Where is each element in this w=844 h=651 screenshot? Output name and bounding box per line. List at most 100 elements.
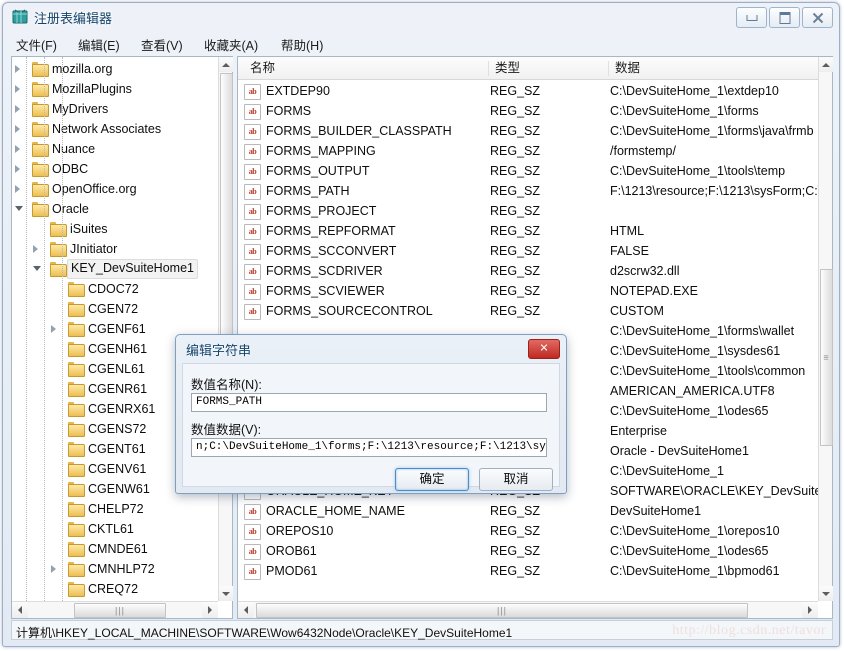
list-scroll-up-button[interactable] — [819, 57, 833, 72]
folder-icon — [68, 442, 85, 457]
tree-node-label: CGENW61 — [88, 482, 150, 496]
string-value-icon: ab — [244, 544, 261, 560]
dialog-close-button[interactable]: ✕ — [528, 339, 560, 359]
column-header-1[interactable]: 类型 — [488, 61, 520, 76]
table-row[interactable]: ab OROB61 REG_SZ C:\DevSuiteHome_1\odes65 — [238, 541, 818, 561]
value-name-input[interactable]: FORMS_PATH — [191, 393, 547, 412]
chevron-right-icon[interactable] — [15, 105, 20, 113]
cell-type: REG_SZ — [490, 164, 541, 178]
chevron-down-icon[interactable] — [33, 266, 41, 271]
table-row[interactable]: ab FORMS_REPFORMAT REG_SZ HTML — [238, 221, 818, 241]
tree-scroll-up-button[interactable] — [219, 57, 233, 72]
tree-node-label: CGENS72 — [88, 422, 147, 436]
chevron-right-icon[interactable] — [15, 125, 20, 133]
cell-name: ORACLE_HOME_NAME — [266, 504, 405, 518]
menu-item-3[interactable]: 收藏夹(A) — [201, 34, 261, 55]
close-button[interactable] — [802, 7, 833, 28]
table-row[interactable]: ab FORMS_SOURCECONTROL REG_SZ CUSTOM — [238, 301, 818, 321]
table-row[interactable]: ab FORMS_PATH REG_SZ F:\1213\resource;F:\12… — [238, 181, 818, 201]
cell-type: REG_SZ — [490, 144, 541, 158]
tree-node-label: iSuites — [70, 222, 108, 236]
tree-guide-line-2 — [62, 57, 63, 601]
registry-tree[interactable]: mozilla.org MozillaPlugins MyDrivers Networ… — [12, 57, 218, 601]
table-row[interactable]: ab FORMS_PROJECT REG_SZ — [238, 201, 818, 221]
table-row[interactable]: ab FORMS_BUILDER_CLASSPATH REG_SZ C:\DevSui… — [238, 121, 818, 141]
list-vscroll-thumb[interactable]: ≡ — [820, 269, 833, 446]
table-row[interactable]: ab FORMS_SCVIEWER REG_SZ NOTEPAD.EXE — [238, 281, 818, 301]
cell-data: C:\DevSuiteHome_1\tools\common — [610, 364, 806, 378]
folder-icon — [68, 282, 85, 297]
table-row[interactable]: ab FORMS_OUTPUT REG_SZ C:\DevSuiteHome_1\to… — [238, 161, 818, 181]
tree-horizontal-scrollbar[interactable]: ||| — [12, 601, 218, 618]
list-hscroll-thumb[interactable]: ||| — [256, 603, 748, 618]
minimize-button[interactable] — [736, 7, 767, 28]
list-scroll-left-button[interactable] — [238, 602, 254, 618]
column-header-2[interactable]: 数据 — [608, 61, 640, 76]
cell-data: Enterprise — [610, 424, 667, 438]
table-row[interactable]: ab FORMS_SCDRIVER REG_SZ d2scrw32.dll — [238, 261, 818, 281]
cell-name: FORMS_REPFORMAT — [266, 224, 396, 238]
ok-button[interactable]: 确定 — [395, 468, 469, 491]
tree-node-label: CGENV61 — [88, 462, 147, 476]
menu-item-0[interactable]: 文件(F) — [13, 34, 60, 55]
cell-data: C:\DevSuiteHome_1\sysdes61 — [610, 344, 781, 358]
maximize-button[interactable] — [769, 7, 800, 28]
table-row[interactable]: ab FORMS_MAPPING REG_SZ/formstemp/ — [238, 141, 818, 161]
table-row[interactable]: ab EXTDEP90 REG_SZ C:\DevSuiteHome_1\extdep… — [238, 81, 818, 101]
string-value-icon: ab — [244, 104, 261, 120]
chevron-right-icon[interactable] — [51, 565, 56, 573]
chevron-down-icon[interactable] — [15, 206, 23, 211]
folder-icon — [68, 402, 85, 417]
menu-item-2[interactable]: 查看(V) — [138, 34, 186, 55]
cell-data: d2scrw32.dll — [610, 264, 680, 278]
registry-editor-window: 注册表编辑器 文件(F) 编辑(E) 查看(V) 收藏夹(A) 帮助(H) mozill… — [2, 2, 840, 647]
tree-node-label: CGENF61 — [88, 322, 146, 336]
tree-vertical-scrollbar[interactable] — [218, 57, 233, 601]
table-row[interactable]: ab OREPOS10 REG_SZ C:\DevSuiteHome_1\orepos… — [238, 521, 818, 541]
cell-data: F:\1213\resource;F:\1213\sysForm;C:\ — [610, 184, 818, 198]
tree-hscroll-thumb[interactable]: ||| — [74, 603, 166, 618]
folder-icon — [68, 482, 85, 497]
tree-hscroll-grip: ||| — [114, 605, 126, 615]
column-header-0[interactable]: 名称 — [244, 61, 275, 76]
list-scroll-right-button[interactable] — [802, 602, 818, 618]
value-name-label: 数值名称(N): — [191, 378, 262, 392]
tree-node-label: CGENH61 — [88, 342, 148, 356]
list-horizontal-scrollbar[interactable]: ||| — [238, 601, 818, 618]
cell-name: FORMS_SCDRIVER — [266, 264, 383, 278]
cell-name: FORMS — [266, 104, 312, 118]
tree-scroll-down-button[interactable] — [219, 586, 233, 601]
menu-item-1[interactable]: 编辑(E) — [75, 34, 123, 55]
edit-string-dialog: 编辑字符串 ✕ 数值名称(N): FORMS_PATH 数值数据(V): n;C… — [175, 334, 567, 494]
window-title: 注册表编辑器 — [34, 11, 113, 26]
tree-scroll-left-button[interactable] — [12, 602, 28, 618]
cancel-button[interactable]: 取消 — [479, 468, 553, 491]
list-vertical-scrollbar[interactable]: ≡ — [818, 57, 833, 601]
chevron-right-icon[interactable] — [15, 65, 20, 73]
string-value-icon: ab — [244, 304, 261, 320]
folder-icon — [68, 542, 85, 557]
folder-icon — [68, 362, 85, 377]
table-row[interactable]: ab FORMS_SCCONVERT REG_SZ FALSE — [238, 241, 818, 261]
string-value-icon: ab — [244, 224, 261, 240]
status-path: 计算机\HKEY_LOCAL_MACHINE\SOFTWARE\Wow6432N… — [16, 626, 513, 640]
dialog-title-bar: 编辑字符串 ✕ — [176, 335, 566, 361]
chevron-right-icon[interactable] — [15, 165, 20, 173]
tree-scroll-right-button[interactable] — [202, 602, 218, 618]
menu-item-4[interactable]: 帮助(H) — [278, 34, 326, 55]
table-row[interactable]: ab FORMS REG_SZ C:\DevSuiteHome_1\forms — [238, 101, 818, 121]
tree-node-label: MyDrivers — [52, 102, 109, 116]
chevron-right-icon[interactable] — [15, 185, 20, 193]
table-row[interactable]: ab PMOD61 REG_SZ C:\DevSuiteHome_1\bpmod61 — [238, 561, 818, 581]
cell-name: FORMS_BUILDER_CLASSPATH — [266, 124, 452, 138]
tree-vscroll-thumb[interactable] — [220, 73, 233, 365]
value-data-input[interactable]: n;C:\DevSuiteHome_1\forms;F:\1213\resour… — [191, 438, 547, 457]
chevron-right-icon[interactable] — [51, 325, 56, 333]
chevron-right-icon[interactable] — [15, 145, 20, 153]
table-row[interactable]: ab ORACLE_HOME_NAME REG_SZ DevSuiteHome1 — [238, 501, 818, 521]
chevron-right-icon[interactable] — [33, 245, 38, 253]
cell-data: C:\DevSuiteHome_1 — [610, 464, 724, 478]
list-scroll-down-button[interactable] — [819, 586, 833, 601]
window-controls — [736, 7, 833, 28]
chevron-right-icon[interactable] — [15, 85, 20, 93]
